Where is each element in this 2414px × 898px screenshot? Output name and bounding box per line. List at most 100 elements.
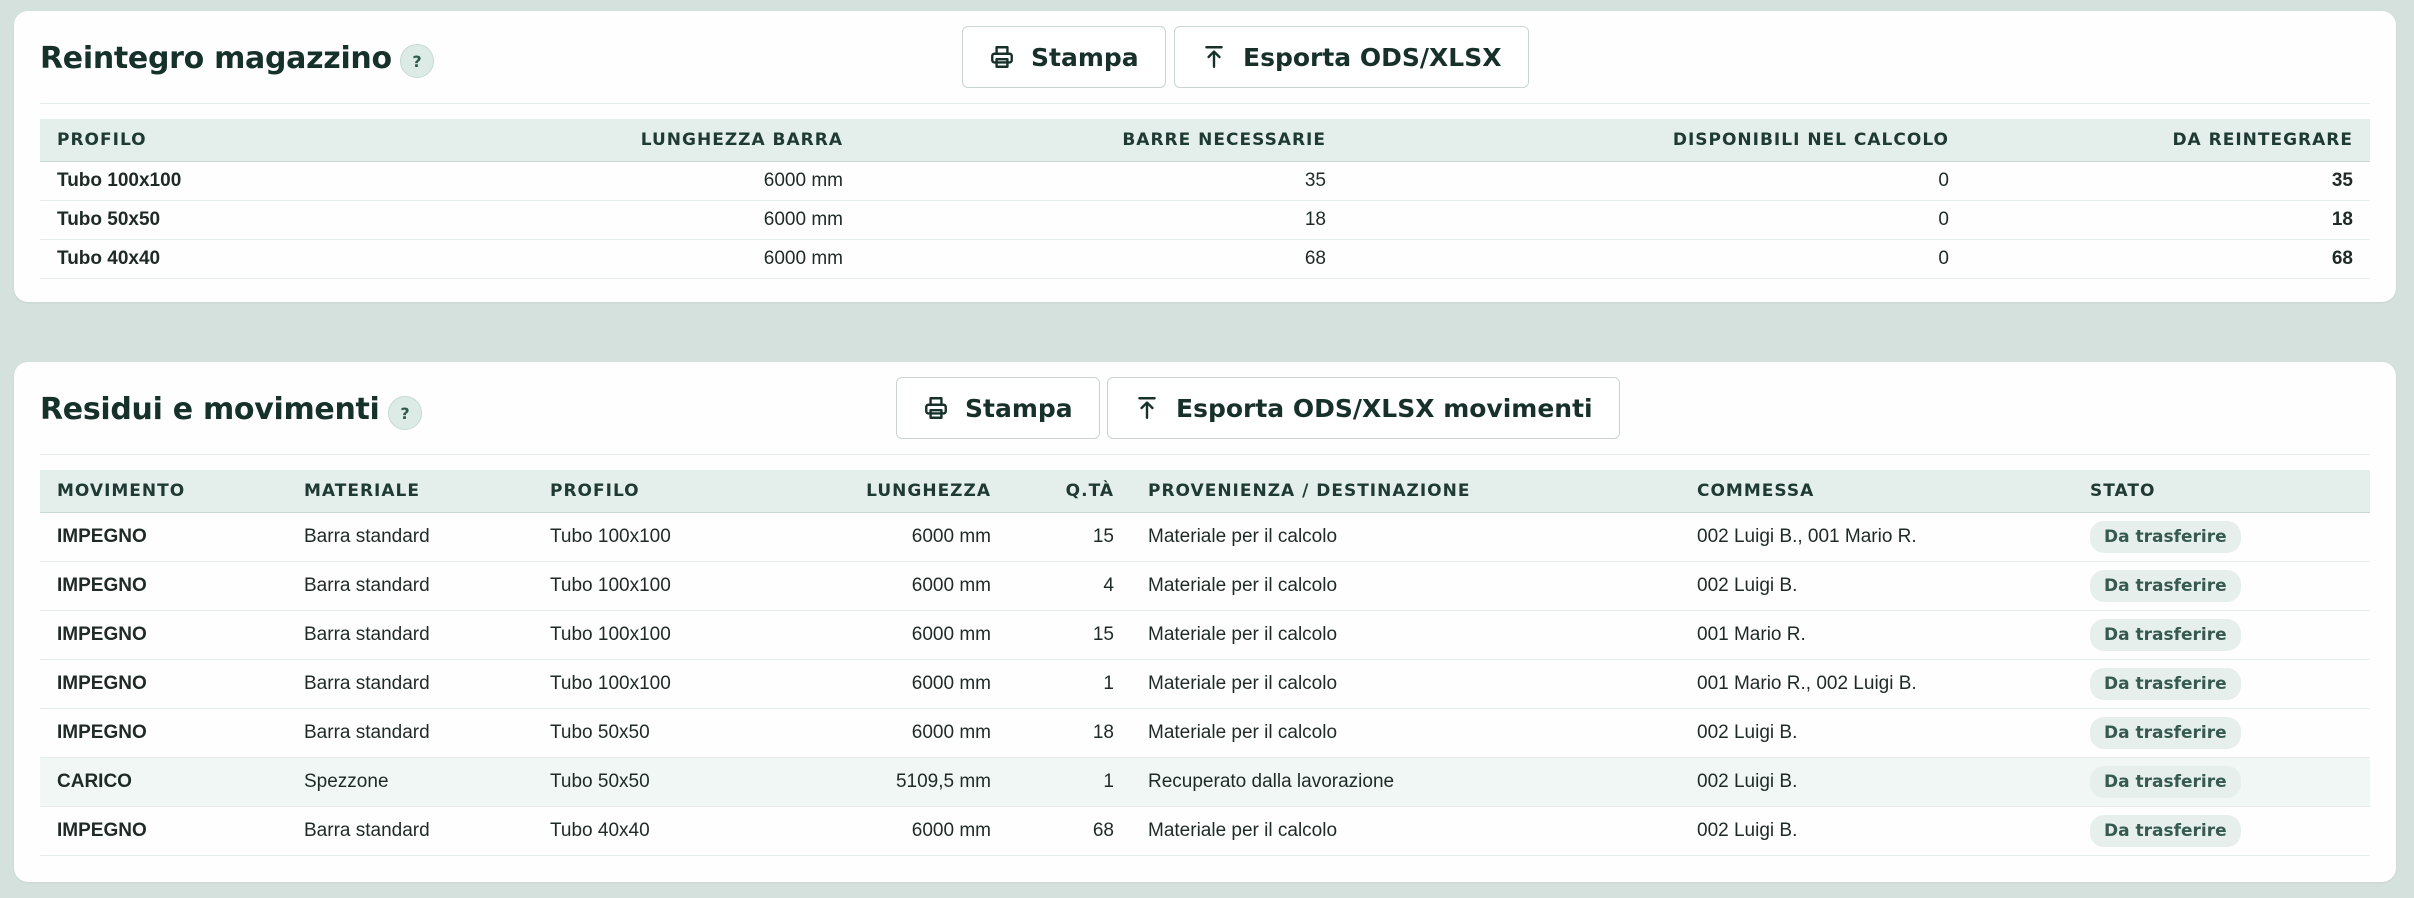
cell-stato: Da trasferire [2073, 659, 2370, 709]
reintegro-print-label: Stampa [1031, 42, 1139, 72]
col-movimento: MOVIMENTO [40, 470, 287, 513]
cell-provenienza: Materiale per il calcolo [1131, 806, 1680, 856]
col-stato: STATO [2073, 470, 2370, 513]
reintegro-export-button[interactable]: Esporta ODS/XLSX [1174, 26, 1529, 88]
cell-movimento: IMPEGNO [40, 659, 287, 709]
cell-lunghezza: 6000 mm [340, 161, 860, 201]
cell-disponibili: 0 [1343, 161, 1966, 201]
cell-qta: 18 [1008, 708, 1131, 758]
cell-profilo: Tubo 100x100 [40, 161, 340, 201]
cell-commessa: 001 Mario R., 002 Luigi B. [1680, 659, 2073, 709]
status-badge: Da trasferire [2090, 667, 2241, 700]
cell-stato: Da trasferire [2073, 708, 2370, 758]
col-barre-necessarie: BARRE NECESSARIE [860, 119, 1343, 162]
status-badge: Da trasferire [2090, 569, 2241, 602]
cell-materiale: Barra standard [287, 708, 533, 758]
table-row: IMPEGNO Barra standard Tubo 100x100 6000… [40, 610, 2370, 660]
reintegro-title: Reintegro magazzino [40, 41, 392, 76]
col-qta: Q.TÀ [1008, 470, 1131, 513]
col-commessa: COMMESSA [1680, 470, 2073, 513]
cell-profilo: Tubo 50x50 [533, 708, 779, 758]
table-row: IMPEGNO Barra standard Tubo 100x100 6000… [40, 659, 2370, 709]
cell-stato: Da trasferire [2073, 561, 2370, 611]
cell-materiale: Barra standard [287, 561, 533, 611]
status-badge: Da trasferire [2090, 618, 2241, 651]
cell-lunghezza: 6000 mm [779, 512, 1008, 562]
reintegro-help-icon[interactable]: ? [400, 44, 434, 78]
cell-profilo: Tubo 100x100 [533, 659, 779, 709]
cell-stato: Da trasferire [2073, 757, 2370, 807]
residui-print-label: Stampa [965, 393, 1073, 423]
cell-materiale: Barra standard [287, 659, 533, 709]
table-row: Tubo 50x50 6000 mm 18 0 18 [40, 200, 2370, 240]
cell-lunghezza: 6000 mm [779, 610, 1008, 660]
residui-export-button[interactable]: Esporta ODS/XLSX movimenti [1107, 377, 1620, 439]
cell-qta: 15 [1008, 610, 1131, 660]
printer-icon [925, 397, 947, 419]
cell-qta: 1 [1008, 757, 1131, 807]
table-row: IMPEGNO Barra standard Tubo 40x40 6000 m… [40, 806, 2370, 856]
cell-stato: Da trasferire [2073, 610, 2370, 660]
reintegro-export-label: Esporta ODS/XLSX [1243, 42, 1502, 72]
cell-materiale: Barra standard [287, 806, 533, 856]
cell-lunghezza: 6000 mm [779, 806, 1008, 856]
upload-icon [1138, 397, 1156, 419]
cell-disponibili: 0 [1343, 239, 1966, 279]
cell-movimento: IMPEGNO [40, 610, 287, 660]
status-badge: Da trasferire [2090, 520, 2241, 553]
cell-profilo: Tubo 40x40 [40, 239, 340, 279]
cell-provenienza: Materiale per il calcolo [1131, 512, 1680, 562]
cell-stato: Da trasferire [2073, 512, 2370, 562]
residui-print-button[interactable]: Stampa [896, 377, 1100, 439]
reintegro-table: PROFILO LUNGHEZZA BARRA BARRE NECESSARIE… [40, 119, 2370, 279]
cell-movimento: IMPEGNO [40, 561, 287, 611]
residui-card: Residui e movimenti ? Stampa Esporta ODS… [14, 362, 2396, 882]
col-da-reintegrare: DA REINTEGRARE [1966, 119, 2370, 162]
col-lunghezza: LUNGHEZZA [779, 470, 1008, 513]
cell-materiale: Spezzone [287, 757, 533, 807]
cell-commessa: 002 Luigi B. [1680, 561, 2073, 611]
residui-export-label: Esporta ODS/XLSX movimenti [1176, 393, 1593, 423]
status-badge: Da trasferire [2090, 814, 2241, 847]
reintegro-header: Reintegro magazzino ? Stampa Esporta ODS… [40, 11, 2370, 104]
cell-qta: 15 [1008, 512, 1131, 562]
upload-icon [1205, 46, 1223, 68]
cell-lunghezza: 5109,5 mm [779, 757, 1008, 807]
printer-icon [991, 46, 1013, 68]
cell-provenienza: Materiale per il calcolo [1131, 659, 1680, 709]
col-provenienza: PROVENIENZA / DESTINAZIONE [1131, 470, 1680, 513]
col-disponibili: DISPONIBILI NEL CALCOLO [1343, 119, 1966, 162]
cell-profilo: Tubo 50x50 [40, 200, 340, 240]
cell-qta: 68 [1008, 806, 1131, 856]
residui-help-icon[interactable]: ? [388, 396, 422, 430]
cell-profilo: Tubo 100x100 [533, 561, 779, 611]
table-row: Tubo 40x40 6000 mm 68 0 68 [40, 239, 2370, 279]
cell-stato: Da trasferire [2073, 806, 2370, 856]
cell-qta: 1 [1008, 659, 1131, 709]
cell-provenienza: Recuperato dalla lavorazione [1131, 757, 1680, 807]
cell-lunghezza: 6000 mm [779, 659, 1008, 709]
cell-movimento: IMPEGNO [40, 512, 287, 562]
reintegro-print-button[interactable]: Stampa [962, 26, 1166, 88]
table-header-row: MOVIMENTO MATERIALE PROFILO LUNGHEZZA Q.… [40, 470, 2370, 513]
residui-title: Residui e movimenti [40, 392, 380, 427]
cell-movimento: IMPEGNO [40, 708, 287, 758]
cell-profilo: Tubo 100x100 [533, 512, 779, 562]
cell-necessarie: 68 [860, 239, 1343, 279]
col-materiale: MATERIALE [287, 470, 533, 513]
cell-movimento: CARICO [40, 757, 287, 807]
cell-provenienza: Materiale per il calcolo [1131, 561, 1680, 611]
col-profilo: PROFILO [40, 119, 340, 162]
cell-commessa: 002 Luigi B. [1680, 806, 2073, 856]
status-badge: Da trasferire [2090, 765, 2241, 798]
cell-materiale: Barra standard [287, 512, 533, 562]
cell-provenienza: Materiale per il calcolo [1131, 708, 1680, 758]
table-row: IMPEGNO Barra standard Tubo 50x50 6000 m… [40, 708, 2370, 758]
reintegro-card: Reintegro magazzino ? Stampa Esporta ODS… [14, 11, 2396, 302]
cell-necessarie: 18 [860, 200, 1343, 240]
cell-disponibili: 0 [1343, 200, 1966, 240]
cell-commessa: 001 Mario R. [1680, 610, 2073, 660]
cell-profilo: Tubo 50x50 [533, 757, 779, 807]
cell-profilo: Tubo 40x40 [533, 806, 779, 856]
residui-table: MOVIMENTO MATERIALE PROFILO LUNGHEZZA Q.… [40, 470, 2370, 856]
